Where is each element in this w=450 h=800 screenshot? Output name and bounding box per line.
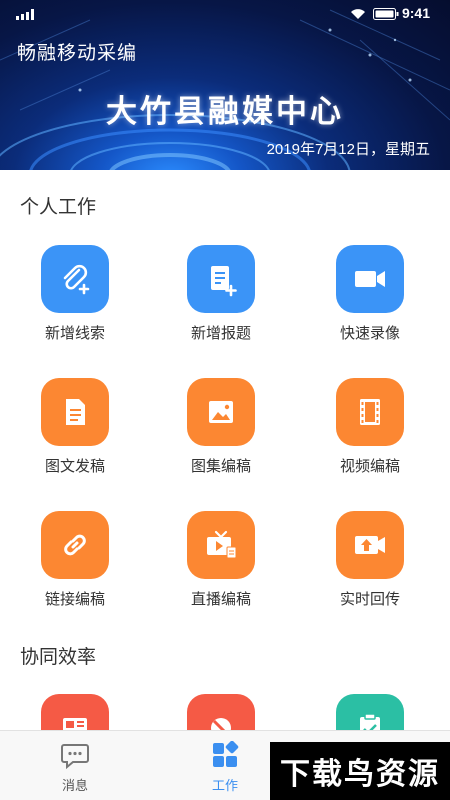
status-bar: 9:41 [0,0,450,28]
main-content: 个人工作 新增线索 新增报题 快速录像 图文发稿 图集编稿 视频编稿 链接编稿 … [0,170,450,730]
live-edit-button[interactable]: 直播编稿 [161,511,281,609]
pill-icon [211,718,231,730]
gallery-edit-label: 图集编稿 [190,458,251,475]
new-topic-button[interactable]: 新增报题 [161,245,281,343]
wifi-icon [351,9,365,19]
collab-tile-3 [336,694,404,730]
film-icon [360,399,380,425]
nav-item-messages[interactable]: 消息 [0,731,150,800]
image-icon [209,401,233,423]
document-add-icon [211,266,237,297]
org-title: 大竹县融媒中心 [106,94,344,129]
article-draft-tile [41,378,109,446]
video-camera-icon [355,271,385,287]
collab-item-1[interactable] [15,694,135,730]
video-edit-label: 视频编稿 [339,458,400,475]
collab-tile-2 [187,694,255,730]
link-icon [64,534,86,556]
video-edit-button[interactable]: 视频编稿 [310,378,430,476]
video-edit-tile [336,378,404,446]
nav-label-messages: 消息 [61,778,88,793]
quick-record-label: 快速录像 [339,325,400,342]
grid-icon [213,741,239,767]
link-edit-tile [41,511,109,579]
new-clue-tile [41,245,109,313]
app-title: 畅融移动采编 [17,43,138,64]
quick-record-button[interactable]: 快速录像 [310,245,430,343]
paperclip-add-icon [63,264,90,295]
link-edit-button[interactable]: 链接编稿 [15,511,135,609]
date-text: 2019年7月12日，星期五 [266,141,430,158]
live-edit-tile [187,511,255,579]
collab-item-2[interactable] [161,694,281,730]
realtime-upload-button[interactable]: 实时回传 [310,511,430,609]
section-title-personal: 个人工作 [20,197,97,218]
realtime-upload-label: 实时回传 [339,591,400,608]
clipboard-check-icon [360,713,380,730]
quick-record-tile [336,245,404,313]
collab-item-3[interactable] [310,694,430,730]
section-title-collaboration: 协同效率 [20,647,97,668]
link-edit-label: 链接编稿 [44,591,105,608]
new-topic-label: 新增报题 [190,325,251,342]
header-banner: 9:41 畅融移动采编 大竹县融媒中心 2019年7月12日，星期五 [0,0,450,170]
new-topic-tile [187,245,255,313]
new-clue-label: 新增线索 [44,325,105,342]
document-icon [66,399,85,425]
signal-icon [16,9,34,20]
tv-broadcast-icon [207,530,237,559]
new-clue-button[interactable]: 新增线索 [15,245,135,343]
watermark-overlay: 下载鸟资源 [270,742,450,800]
collab-tile-1 [41,694,109,730]
live-edit-label: 直播编稿 [190,591,251,608]
message-icon [61,744,89,769]
gallery-edit-tile [187,378,255,446]
camera-upload-icon [355,536,385,554]
article-draft-label: 图文发稿 [44,458,105,475]
battery-icon [373,8,399,20]
realtime-upload-tile [336,511,404,579]
article-draft-button[interactable]: 图文发稿 [15,378,135,476]
newspaper-icon [63,718,87,730]
status-time: 9:41 [401,5,430,21]
gallery-edit-button[interactable]: 图集编稿 [161,378,281,476]
